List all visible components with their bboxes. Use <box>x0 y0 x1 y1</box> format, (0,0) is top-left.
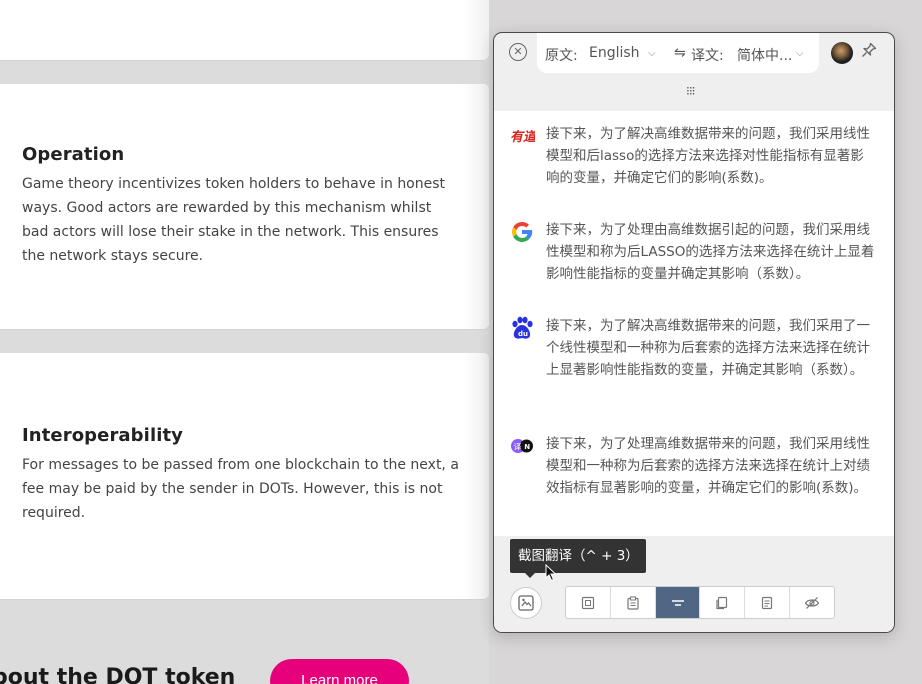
translation-results: 有道 接下来，为了解决高维数据带来的问题，我们采用线性模型和后lasso的选择方… <box>494 111 894 536</box>
merge-lines-icon <box>671 599 684 606</box>
result-text: 接下来，为了处理由高维数据引起的问题，我们采用线性模型和称为后LASSO的选择方… <box>546 222 875 282</box>
interoperability-title: Interoperability <box>22 425 184 446</box>
svg-text:译: 译 <box>514 443 522 452</box>
result-text: 接下来，为了解决高维数据带来的问题，我们采用了一个线性模型和一种称为后套索的选择… <box>546 318 870 378</box>
result-text: 接下来，为了处理高维数据带来的问题，我们采用线性模型和一种称为后套索的选择方法来… <box>546 436 870 496</box>
close-icon[interactable]: ✕ <box>509 43 527 61</box>
chevron-down-icon[interactable]: ⌵ <box>796 48 804 59</box>
operation-title: Operation <box>22 144 125 165</box>
language-bar: 原文: English ⌵ ⇋ 译文: 简体中... ⌵ <box>537 33 819 73</box>
google-icon <box>509 219 535 245</box>
tooltip-arrow <box>525 573 535 578</box>
source-language-select[interactable]: English <box>589 45 640 61</box>
interoperability-text: For messages to be passed from one block… <box>22 457 459 521</box>
dot-token-heading: bout the DOT token <box>0 665 236 684</box>
operation-card: Operation Game theory incentivizes token… <box>0 84 489 329</box>
clipboard-icon <box>627 596 639 610</box>
chevron-down-icon[interactable]: ⌵ <box>648 48 656 59</box>
youdao-icon: 有道 <box>509 123 538 149</box>
mouse-cursor-icon <box>545 564 557 582</box>
learn-more-button[interactable]: Learn more <box>270 659 409 684</box>
target-language-select[interactable]: 简体中... <box>737 45 792 65</box>
interoperability-card: Interoperability For messages to be pass… <box>0 353 489 599</box>
content-card-top <box>0 0 489 60</box>
screenshot-translate-button[interactable] <box>510 587 542 619</box>
screenshot-icon <box>518 595 534 611</box>
ocr-mode-button[interactable] <box>566 587 611 618</box>
copy-source-button[interactable] <box>700 587 746 618</box>
openai-deepl-icon: 译 N <box>509 433 535 459</box>
svg-text:N: N <box>524 443 530 451</box>
operation-text: Game theory incentivizes token holders t… <box>22 176 446 264</box>
svg-text:有道: 有道 <box>510 129 535 145</box>
mode-toolbar <box>565 586 835 619</box>
eye-off-icon <box>804 596 820 609</box>
line-break-mode-button[interactable] <box>655 587 701 618</box>
card-edge <box>463 84 489 329</box>
copy-icon <box>716 596 728 609</box>
scan-icon <box>581 596 595 609</box>
source-language-label: 原文: <box>545 48 578 64</box>
clipboard-mode-button[interactable] <box>611 587 656 618</box>
pin-icon[interactable] <box>861 42 877 62</box>
target-language-label: 译文: <box>691 48 724 64</box>
swap-languages-icon[interactable]: ⇋ <box>674 45 686 61</box>
card-edge <box>463 0 489 60</box>
translation-panel: ✕ 原文: English ⌵ ⇋ 译文: 简体中... ⌵ ⁝⁝⁝ 有道 接下… <box>493 32 895 633</box>
drag-handle-icon[interactable]: ⁝⁝⁝ <box>686 84 696 98</box>
screenshot-translate-tooltip: 截图翻译（^ + 3） <box>510 539 646 573</box>
result-text: 接下来，为了解决高维数据带来的问题，我们采用线性模型和后lasso的选择方法来选… <box>546 126 870 186</box>
baidu-icon: du <box>509 315 535 341</box>
panel-footer: 截图翻译（^ + 3） <box>494 536 894 632</box>
user-avatar[interactable] <box>831 42 853 64</box>
document-copy-icon <box>762 596 773 609</box>
svg-text:du: du <box>518 330 528 338</box>
card-edge <box>463 353 489 599</box>
hide-source-button[interactable] <box>790 587 834 618</box>
copy-translation-button[interactable] <box>745 587 791 618</box>
